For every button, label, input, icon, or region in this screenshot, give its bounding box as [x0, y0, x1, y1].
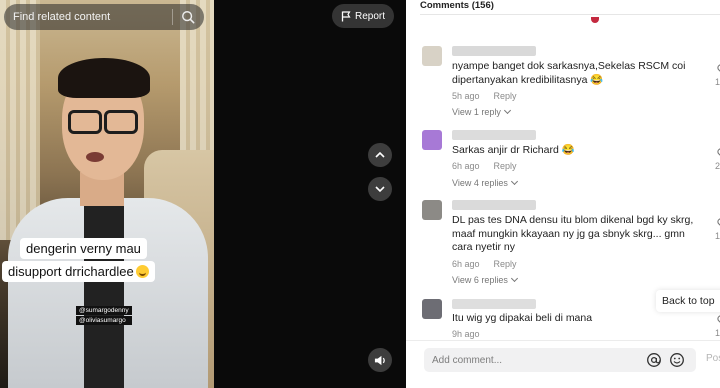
username-blurred[interactable] — [452, 299, 536, 309]
speaker-icon — [374, 355, 385, 365]
back-to-top-button[interactable]: Back to top — [656, 290, 720, 312]
comment-time: 9h ago — [452, 329, 480, 339]
chevron-down-icon — [375, 186, 385, 193]
emoji-icon[interactable] — [669, 352, 685, 368]
video-player[interactable]: dengerin verny mau disupport drrichardle… — [0, 0, 406, 388]
comment-meta: 6h ago Reply — [452, 259, 517, 269]
search-divider — [172, 9, 173, 25]
username-blurred[interactable] — [452, 200, 536, 210]
volume-button[interactable] — [368, 348, 392, 372]
comment-text: DL pas tes DNA densu itu blom dikenal bg… — [452, 214, 694, 253]
like-count: 11 — [715, 231, 720, 241]
report-button[interactable]: Report — [332, 4, 394, 28]
next-video-button[interactable] — [368, 177, 392, 201]
video-indicator-dot — [591, 17, 599, 23]
header-divider — [420, 14, 720, 15]
comment-meta: 9h ago — [452, 329, 480, 339]
comment-text: Sarkas anjir dr Richard 😂 — [452, 144, 575, 156]
username-blurred[interactable] — [452, 46, 536, 56]
like-count: 20 — [715, 161, 720, 171]
video-frame[interactable]: dengerin verny mau disupport drrichardle… — [0, 0, 214, 388]
comment-time: 6h ago — [452, 161, 480, 171]
reply-button[interactable]: Reply — [494, 161, 517, 171]
person-hair — [58, 58, 150, 98]
app-window: dengerin verny mau disupport drrichardle… — [0, 0, 720, 388]
comment-time: 5h ago — [452, 91, 480, 101]
flag-icon — [341, 10, 351, 21]
like-count: 15 — [715, 77, 720, 87]
comment-text: Itu wig yg dipakai beli di mana — [452, 312, 593, 324]
view-replies-label: View 6 replies — [452, 275, 508, 285]
comment-time: 6h ago — [452, 259, 480, 269]
caption-line-1: dengerin verny mau — [20, 238, 147, 259]
comment-composer: Pos — [406, 340, 720, 388]
avatar[interactable] — [422, 299, 442, 319]
chevron-down-icon — [510, 274, 518, 283]
view-replies-button[interactable]: View 1 reply — [452, 106, 511, 117]
avatar[interactable] — [422, 130, 442, 150]
report-label: Report — [354, 10, 385, 22]
previous-video-button[interactable] — [368, 143, 392, 167]
reply-button[interactable]: Reply — [494, 259, 517, 269]
view-replies-label: View 4 replies — [452, 178, 508, 188]
comments-count-title: Comments (156) — [420, 0, 494, 11]
view-replies-label: View 1 reply — [452, 107, 501, 117]
glasses-right-lens — [104, 110, 138, 134]
comments-panel[interactable]: Comments (156) nyampe banget dok sarkasn… — [406, 0, 720, 388]
search-placeholder: Find related content — [13, 11, 111, 23]
handle-tags: @sumargodenny @oliviasumargo — [76, 306, 132, 326]
post-button[interactable]: Pos — [706, 353, 720, 364]
grin-emoji-icon — [135, 265, 149, 278]
comment-text: nyampe banget dok sarkasnya,Sekelas RSCM… — [452, 60, 686, 86]
avatar[interactable] — [422, 200, 442, 220]
mention-icon[interactable] — [646, 352, 662, 368]
avatar[interactable] — [422, 46, 442, 66]
caption-line-2-text: disupport drrichardlee — [8, 264, 134, 279]
curtain-left — [0, 0, 40, 240]
person-shirt — [84, 200, 124, 388]
view-replies-button[interactable]: View 4 replies — [452, 177, 518, 188]
view-replies-button[interactable]: View 6 replies — [452, 274, 518, 285]
glasses-left-lens — [68, 110, 102, 134]
person-mouth — [86, 152, 104, 162]
video-caption: dengerin verny mau disupport drrichardle… — [2, 238, 180, 284]
handle-tag-2: @oliviasumargo — [76, 316, 132, 325]
comment-meta: 6h ago Reply — [452, 161, 517, 171]
comment-meta: 5h ago Reply — [452, 91, 517, 101]
chevron-up-icon — [375, 151, 385, 158]
search-icon[interactable] — [181, 10, 195, 24]
related-content-search[interactable]: Find related content — [4, 4, 204, 30]
handle-tag-1: @sumargodenny — [76, 306, 132, 315]
chevron-down-icon — [510, 177, 518, 186]
reply-button[interactable]: Reply — [494, 91, 517, 101]
caption-line-2: disupport drrichardlee — [2, 261, 155, 282]
chevron-down-icon — [503, 106, 511, 115]
username-blurred[interactable] — [452, 130, 536, 140]
like-count: 1 — [715, 328, 720, 338]
